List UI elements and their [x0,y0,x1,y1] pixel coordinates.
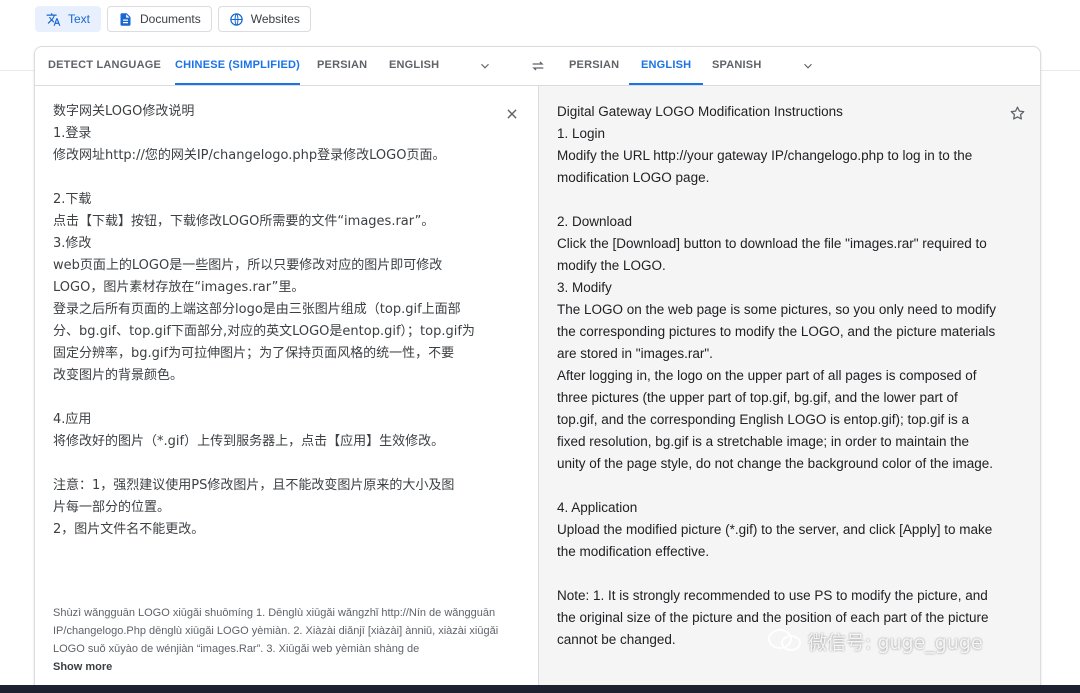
target-lang-persian[interactable]: PERSIAN [569,47,619,85]
target-lang-spanish[interactable]: SPANISH [712,47,761,85]
clear-text-close-icon[interactable] [505,107,519,121]
source-lang-english[interactable]: ENGLISH [389,47,439,85]
source-lang-chinese[interactable]: CHINESE (SIMPLIFIED) [175,47,301,85]
show-more-link[interactable]: Show more [53,661,112,673]
wechat-watermark-icon [768,629,801,651]
mode-tab-websites-label: Websites [250,12,300,26]
source-lang-detect[interactable]: DETECT LANGUAGE [48,47,161,85]
translation-pane: Digital Gateway LOGO Modification Instru… [538,86,1040,687]
globe-icon [229,12,243,26]
save-translation-star-icon[interactable] [1009,105,1026,122]
translate-card: DETECT LANGUAGE CHINESE (SIMPLIFIED) PER… [34,46,1041,688]
mode-tab-documents-label: Documents [140,12,201,26]
translation-output: Digital Gateway LOGO Modification Instru… [557,104,996,647]
source-pane: 数字网关LOGO修改说明 1.登录 修改网址http://您的网关IP/chan… [35,86,538,687]
document-icon [120,12,131,26]
swap-languages-icon[interactable] [530,58,546,74]
target-lang-more-chevron-icon[interactable] [801,59,815,73]
transliteration-text: Shùzì wǎngguān LOGO xiūgǎi shuōmíng 1. D… [53,607,499,655]
mode-tab-websites[interactable]: Websites [217,6,311,32]
mode-tabs: Text Documents Websites [35,6,311,32]
language-bar: DETECT LANGUAGE CHINESE (SIMPLIFIED) PER… [35,47,1040,86]
mode-tab-text[interactable]: Text [35,6,102,32]
mode-tab-text-label: Text [68,12,91,26]
source-lang-more-chevron-icon[interactable] [478,59,492,73]
mode-tab-documents[interactable]: Documents [107,6,212,32]
translate-icon [46,12,61,26]
target-lang-english[interactable]: ENGLISH [629,47,704,85]
bottom-taskbar-strip [0,685,1080,693]
source-textarea[interactable]: 数字网关LOGO修改说明 1.登录 修改网址http://您的网关IP/chan… [53,101,503,541]
source-lang-persian[interactable]: PERSIAN [317,47,367,85]
watermark-text: 微信号: guge_guge [808,632,983,654]
